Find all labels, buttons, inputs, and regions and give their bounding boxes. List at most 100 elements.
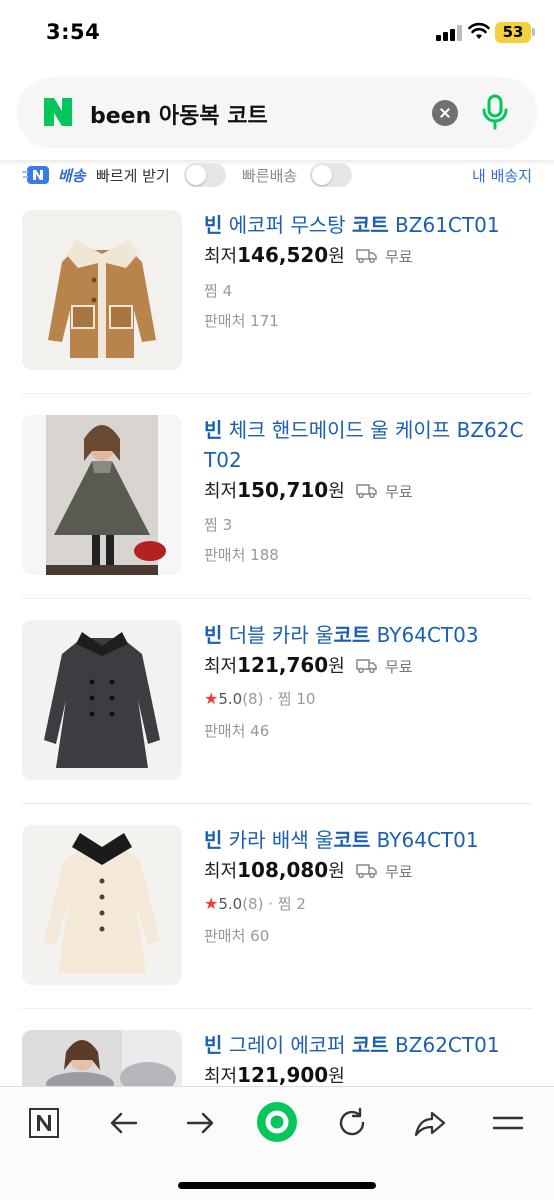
product-brand: 빈 <box>204 828 223 852</box>
girl-in-grey-fur-coat-image <box>22 1030 182 1086</box>
product-title-code: BZ62CT01 <box>388 1033 500 1057</box>
price-prefix: 최저 <box>204 1066 238 1087</box>
product-thumbnail[interactable] <box>22 1030 182 1086</box>
product-brand: 빈 <box>204 1033 223 1057</box>
fast-delivery-toggle[interactable] <box>310 163 352 187</box>
truck-icon <box>356 864 377 878</box>
product-title-keyword: 코트 <box>333 828 371 852</box>
price-unit: 원 <box>328 246 345 267</box>
green-dot-icon[interactable] <box>256 1101 298 1143</box>
price-row: 최저121,760원 무료 <box>204 652 413 682</box>
refresh-icon[interactable] <box>334 1105 370 1141</box>
product-title[interactable]: 빈 그레이 에코퍼 코트 BZ62CT01 <box>204 1030 534 1060</box>
cream-coat-black-collar-image <box>22 825 182 985</box>
seller-count[interactable]: 판매처 188 <box>204 544 279 565</box>
price-value: 121,760 <box>237 653 329 677</box>
price-row: 최저150,710원 무료 <box>204 477 413 507</box>
shipping-label: 무료 <box>384 658 413 676</box>
charcoal-double-collar-coat-image <box>22 620 182 780</box>
divider <box>22 1008 532 1009</box>
price-prefix: 최저 <box>204 861 238 882</box>
price-unit: 원 <box>328 861 345 882</box>
shipping-label: 무료 <box>384 483 413 501</box>
likes-count: 찜 4 <box>204 282 233 300</box>
product-title-code: BY64CT01 <box>370 828 479 852</box>
n-delivery-icon <box>22 166 49 184</box>
status-bar: 3:54 53 <box>0 0 554 66</box>
price-prefix: 최저 <box>204 246 238 267</box>
product-title-keyword: 코트 <box>351 213 389 237</box>
status-time: 3:54 <box>46 20 101 44</box>
brown-shearling-coat-image <box>22 210 182 370</box>
price-unit: 원 <box>328 656 345 677</box>
price-row: 최저146,520원 무료 <box>204 242 413 272</box>
seller-count[interactable]: 판매처 60 <box>204 925 269 946</box>
star-icon: ★ <box>204 894 219 913</box>
likes-count: 찜 3 <box>204 516 233 534</box>
product-title-text: 카라 배색 울 <box>222 828 334 852</box>
product-thumbnail[interactable] <box>22 415 182 575</box>
fast-receive-toggle[interactable] <box>184 163 226 187</box>
rating-row[interactable]: ★5.0(8) · 찜 10 <box>204 688 315 709</box>
likes-count: 찜 2 <box>277 895 306 913</box>
truck-icon <box>356 484 377 498</box>
n-delivery-label: 배송 <box>58 167 86 185</box>
microphone-icon[interactable] <box>480 94 510 130</box>
product-title[interactable]: 빈 카라 배색 울코트 BY64CT01 <box>204 825 534 855</box>
product-title[interactable]: 빈 체크 핸드메이드 울 케이프 BZ62C T02 <box>204 415 534 475</box>
price-unit: 원 <box>328 481 345 502</box>
my-delivery-address-link[interactable]: 내 배송지 <box>472 165 532 186</box>
product-title-keyword: 코트 <box>351 1033 389 1057</box>
seller-count[interactable]: 판매처 46 <box>204 720 269 741</box>
clear-search-icon[interactable] <box>432 100 458 126</box>
naver-logo-icon[interactable] <box>42 96 74 128</box>
search-header: been 아동복 코트 <box>0 70 554 162</box>
truck-icon <box>356 249 377 263</box>
wifi-icon <box>468 22 490 39</box>
rating-row[interactable]: ★5.0(8) · 찜 2 <box>204 893 306 914</box>
product-title-text: 그레이 에코퍼 <box>222 1033 352 1057</box>
price-value: 146,520 <box>237 243 329 267</box>
girl-in-check-cape-image <box>22 415 182 575</box>
cellular-signal-icon <box>436 25 462 41</box>
seller-count[interactable]: 판매처 171 <box>204 310 279 331</box>
review-count: (8) <box>242 895 264 913</box>
shipping-label: 무료 <box>384 863 413 881</box>
product-title-text: 더블 카라 울 <box>222 623 334 647</box>
product-brand: 빈 <box>204 418 223 442</box>
product-thumbnail[interactable] <box>22 210 182 370</box>
product-title[interactable]: 빈 더블 카라 울코트 BY64CT03 <box>204 620 534 650</box>
bottom-toolbar <box>0 1086 554 1200</box>
price-value: 150,710 <box>237 478 329 502</box>
home-indicator <box>178 1182 376 1189</box>
price-unit: 원 <box>328 1066 345 1087</box>
battery-tip <box>532 28 535 36</box>
divider <box>22 803 532 804</box>
product-brand: 빈 <box>204 623 223 647</box>
product-title-text: 에코퍼 무스탕 <box>222 213 352 237</box>
fast-delivery-label: 빠른배송 <box>242 167 298 185</box>
fast-receive-label: 빠르게 받기 <box>96 167 170 185</box>
product-brand: 빈 <box>204 213 223 237</box>
product-title-keyword: 코트 <box>333 623 371 647</box>
product-title-code: BZ61CT01 <box>388 213 500 237</box>
review-count: (8) <box>242 690 264 708</box>
forward-arrow-icon[interactable] <box>182 1105 218 1141</box>
filter-row: 배송 빠르게 받기 빠른배송 내 배송지 <box>0 162 554 190</box>
product-thumbnail[interactable] <box>22 825 182 985</box>
search-input[interactable]: been 아동복 코트 <box>90 98 268 130</box>
likes-count: 찜 10 <box>277 690 316 708</box>
naver-home-icon[interactable] <box>26 1105 62 1141</box>
share-icon[interactable] <box>412 1105 448 1141</box>
price-prefix: 최저 <box>204 481 238 502</box>
product-thumbnail[interactable] <box>22 620 182 780</box>
product-title[interactable]: 빈 에코퍼 무스탕 코트 BZ61CT01 <box>204 210 534 240</box>
price-value: 121,900 <box>237 1063 329 1087</box>
rating-value: 5.0 <box>218 895 243 913</box>
search-box[interactable]: been 아동복 코트 <box>18 78 536 146</box>
menu-icon[interactable] <box>490 1105 526 1141</box>
rating-value: 5.0 <box>218 690 243 708</box>
truck-icon <box>356 659 377 673</box>
divider <box>22 598 532 599</box>
back-arrow-icon[interactable] <box>106 1105 142 1141</box>
